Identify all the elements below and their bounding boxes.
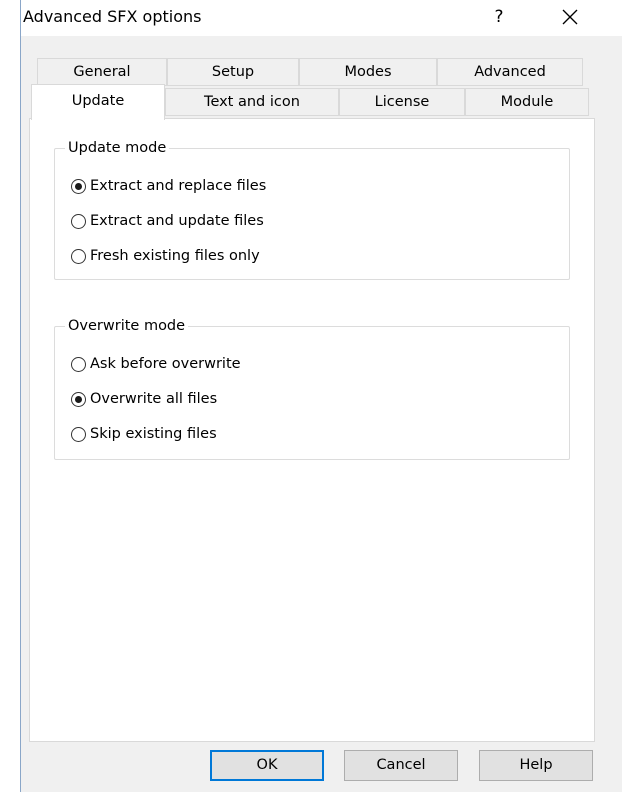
radio-button-icon[interactable] (71, 178, 86, 194)
overwrite-mode-group: Overwrite mode Ask before overwrite Over… (54, 316, 570, 460)
radio-button-icon[interactable] (71, 391, 86, 407)
tab-text-and-icon[interactable]: Text and icon (165, 88, 339, 116)
radio-label: Fresh existing files only (90, 248, 260, 264)
close-icon (562, 9, 578, 25)
radio-label: Extract and replace files (90, 178, 267, 194)
radio-label: Extract and update files (90, 213, 264, 229)
radio-button-icon[interactable] (71, 213, 86, 229)
radio-label: Skip existing files (90, 426, 217, 442)
overwrite-mode-label: Overwrite mode (65, 316, 189, 336)
radio-label: Overwrite all files (90, 391, 218, 407)
radio-skip-existing[interactable]: Skip existing files (71, 423, 217, 445)
title-bar[interactable]: Advanced SFX options ? (21, 0, 622, 36)
radio-fresh-existing[interactable]: Fresh existing files only (71, 245, 260, 267)
radio-label: Ask before overwrite (90, 356, 241, 372)
help-button[interactable]: Help (479, 750, 593, 781)
tab-panel-update: Update mode Extract and replace files Ex… (29, 118, 595, 742)
ok-button[interactable]: OK (210, 750, 324, 781)
tab-license[interactable]: License (339, 88, 465, 116)
close-button[interactable] (557, 4, 583, 30)
tab-advanced[interactable]: Advanced (437, 58, 583, 86)
update-mode-label: Update mode (65, 138, 170, 158)
update-mode-group: Update mode Extract and replace files Ex… (54, 138, 570, 280)
dialog-client-area: General Setup Modes Advanced Update Text… (21, 36, 622, 792)
radio-extract-replace[interactable]: Extract and replace files (71, 175, 266, 197)
radio-button-icon[interactable] (71, 426, 86, 442)
radio-overwrite-all[interactable]: Overwrite all files (71, 388, 217, 410)
tab-setup[interactable]: Setup (167, 58, 299, 86)
tab-general[interactable]: General (37, 58, 167, 86)
help-context-button[interactable]: ? (489, 5, 509, 29)
tab-module[interactable]: Module (465, 88, 589, 116)
radio-extract-update[interactable]: Extract and update files (71, 210, 264, 232)
tab-modes[interactable]: Modes (299, 58, 437, 86)
radio-button-icon[interactable] (71, 248, 86, 264)
window-title: Advanced SFX options (23, 7, 202, 26)
radio-ask-before[interactable]: Ask before overwrite (71, 353, 241, 375)
cancel-button[interactable]: Cancel (344, 750, 458, 781)
radio-button-icon[interactable] (71, 356, 86, 372)
tab-update[interactable]: Update (31, 84, 165, 120)
